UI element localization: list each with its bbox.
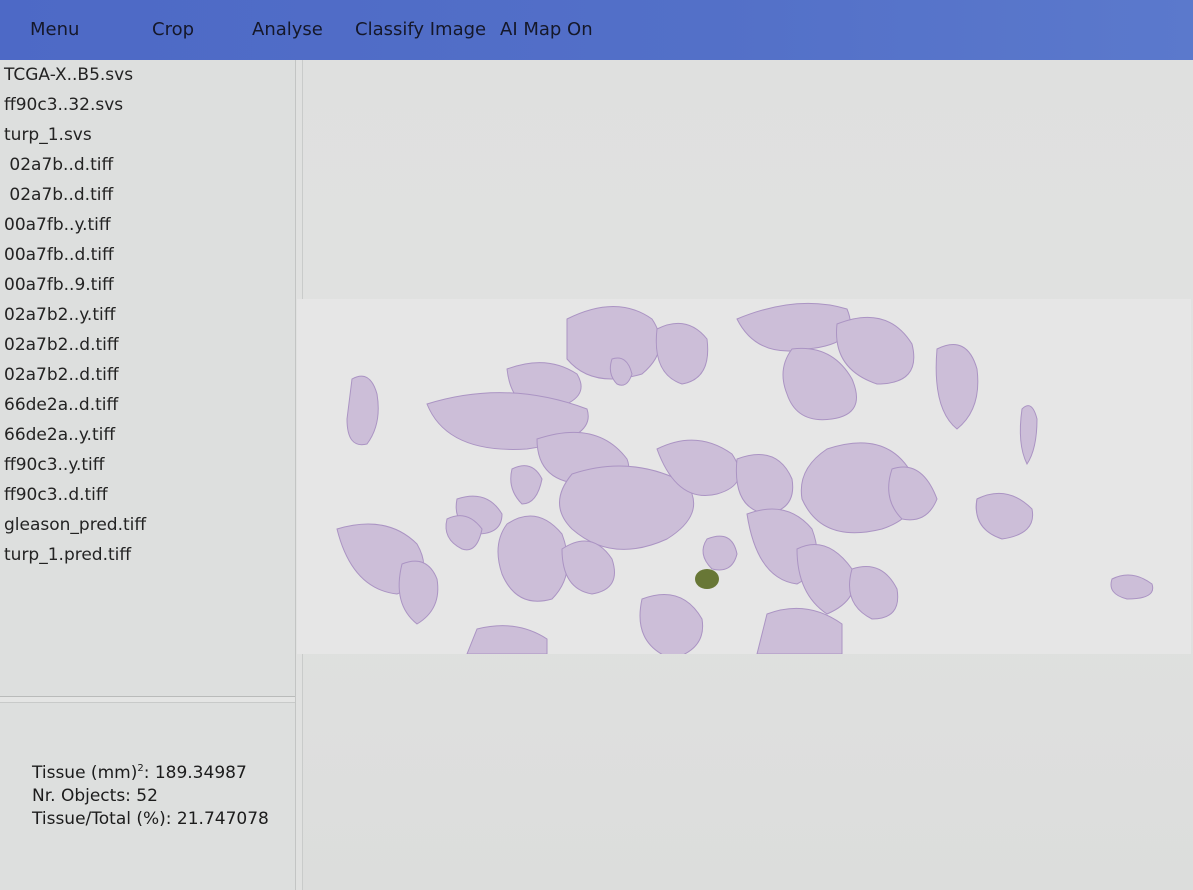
file-list-item[interactable]: turp_1.svs: [0, 120, 295, 150]
tissue-fragment: [510, 465, 543, 505]
top-toolbar: Menu Crop Analyse Classify Image AI Map …: [0, 0, 1193, 60]
sidebar-divider[interactable]: [0, 696, 295, 703]
tissue-fragment: [1110, 574, 1154, 600]
tissue-fragment: [849, 566, 899, 620]
tissue-fragment: [796, 544, 855, 615]
slide-image[interactable]: [297, 299, 1191, 654]
tissue-highlight: [695, 569, 719, 589]
file-list-item[interactable]: 66de2a..y.tiff: [0, 420, 295, 450]
sidebar: TCGA-X..B5.svs ff90c3..32.svs turp_1.svs 0…: [0, 60, 295, 890]
tissue-slide-svg: [336, 302, 1154, 654]
file-list-item[interactable]: 02a7b2..y.tiff: [0, 300, 295, 330]
tissue-fragment: [935, 344, 979, 430]
file-list-item[interactable]: turp_1.pred.tiff: [0, 540, 295, 570]
tissue-area-label: Tissue (mm): [32, 763, 138, 783]
file-list-item[interactable]: 00a7fb..d.tiff: [0, 240, 295, 270]
tissue-fragment: [888, 466, 938, 521]
file-list-item[interactable]: ff90c3..y.tiff: [0, 450, 295, 480]
tissue-fragment: [639, 594, 704, 654]
analyse-button[interactable]: Analyse: [252, 0, 323, 60]
ai-map-toggle-button[interactable]: AI Map On: [500, 0, 593, 60]
classify-image-button[interactable]: Classify Image: [355, 0, 486, 60]
tissue-fragment: [702, 535, 738, 571]
file-list-item[interactable]: ff90c3..d.tiff: [0, 480, 295, 510]
file-list-item[interactable]: 02a7b2..d.tiff: [0, 360, 295, 390]
tissue-fragment: [975, 492, 1034, 540]
tissue-fragment: [398, 560, 439, 625]
tissue-fragment: [497, 515, 569, 602]
tissue-fragment: [346, 375, 379, 446]
menu-button[interactable]: Menu: [30, 0, 79, 60]
tissue-area-value: : 189.34987: [143, 763, 247, 783]
file-list-item[interactable]: 00a7fb..9.tiff: [0, 270, 295, 300]
tissue-fragment: [736, 302, 851, 352]
file-list-item[interactable]: 02a7b..d.tiff: [0, 150, 295, 180]
tissue-fragment: [655, 322, 709, 385]
tissue-fragment: [466, 625, 548, 654]
tissue-fragment: [756, 607, 843, 654]
object-count-stat: Nr. Objects: 52: [32, 786, 158, 806]
file-list-item[interactable]: TCGA-X..B5.svs: [0, 60, 295, 90]
analysis-stats: Tissue (mm)2: 189.34987 Nr. Objects: 52 …: [32, 762, 269, 831]
tissue-ratio-stat: Tissue/Total (%): 21.747078: [32, 809, 269, 829]
file-list: TCGA-X..B5.svs ff90c3..32.svs turp_1.svs 0…: [0, 60, 295, 570]
tissue-fragment: [561, 540, 615, 595]
crop-button[interactable]: Crop: [152, 0, 194, 60]
tissue-area-stat: Tissue (mm)2: 189.34987: [32, 762, 269, 785]
tissue-fragment: [735, 454, 794, 515]
file-list-item[interactable]: 66de2a..d.tiff: [0, 390, 295, 420]
file-list-item[interactable]: 02a7b..d.tiff: [0, 180, 295, 210]
tissue-fragment: [1019, 405, 1038, 465]
file-list-item[interactable]: 00a7fb..y.tiff: [0, 210, 295, 240]
file-list-item[interactable]: 02a7b2..d.tiff: [0, 330, 295, 360]
file-list-item[interactable]: gleason_pred.tiff: [0, 510, 295, 540]
file-list-item[interactable]: ff90c3..32.svs: [0, 90, 295, 120]
